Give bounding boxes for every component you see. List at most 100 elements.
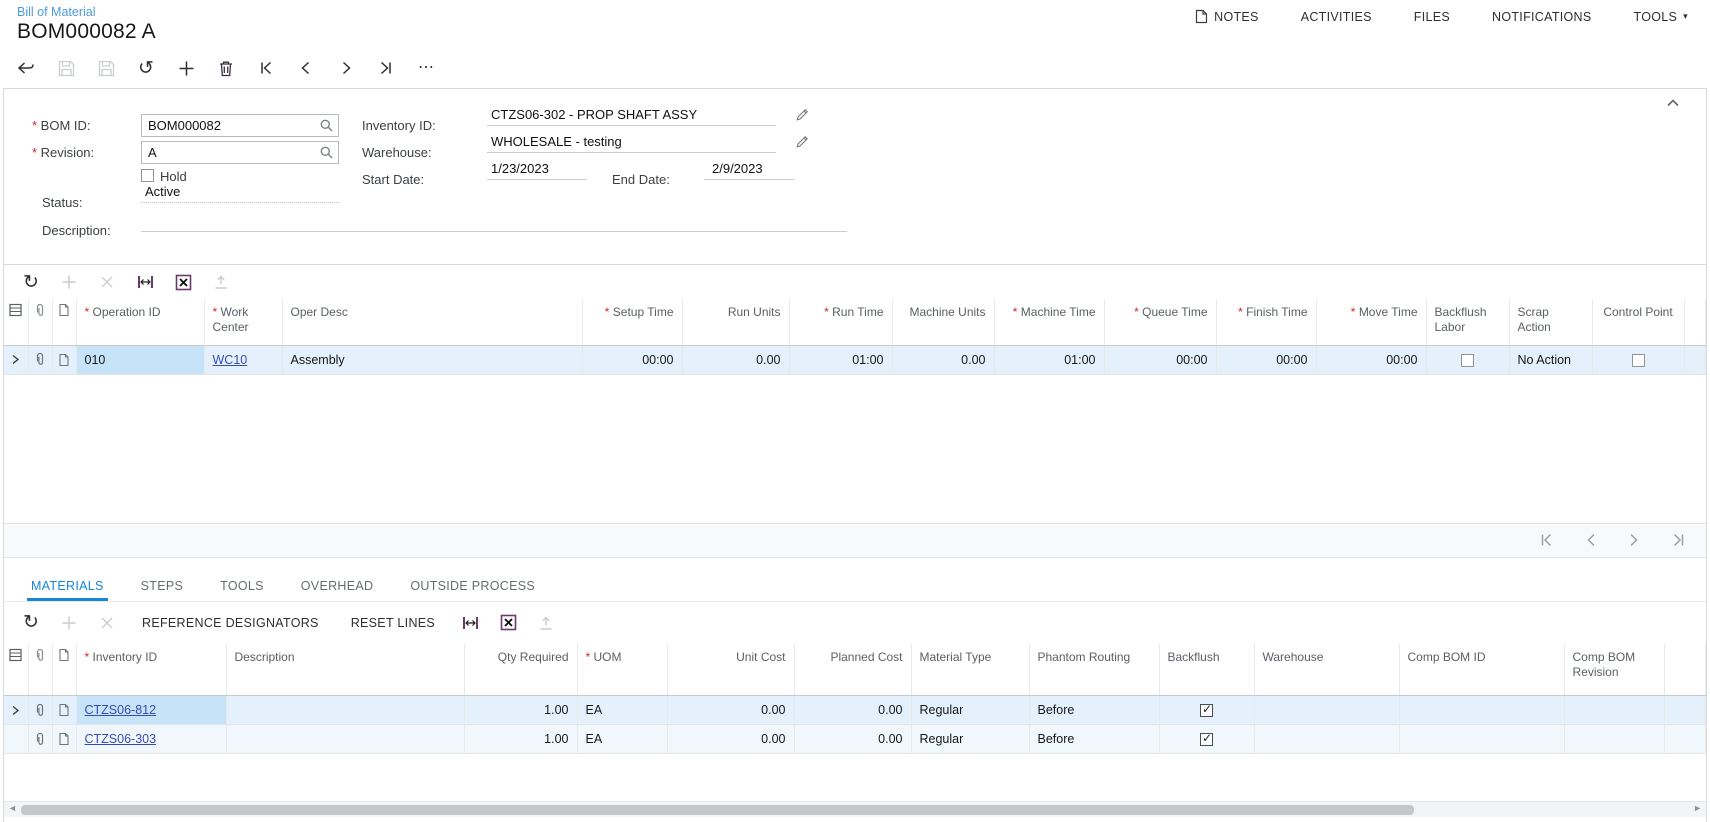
cell-qty-required[interactable]: 1.00 <box>464 725 577 754</box>
grid-settings-icon[interactable] <box>4 299 28 345</box>
refresh-button[interactable]: ↻ <box>12 608 50 638</box>
control-point-checkbox[interactable] <box>1632 354 1645 367</box>
load-records-button[interactable] <box>527 608 565 638</box>
go-first-button[interactable] <box>246 51 286 85</box>
undo-button[interactable]: ↺ <box>126 51 166 85</box>
cell-inventory-id[interactable]: CTZS06-812 <box>76 696 226 725</box>
search-icon[interactable] <box>319 145 334 160</box>
row-note-icon[interactable] <box>52 725 76 754</box>
fit-width-button[interactable] <box>451 608 489 638</box>
inventory-id-link[interactable]: CTZS06-303 <box>85 732 157 746</box>
col-description[interactable]: Description <box>226 644 464 696</box>
edit-pencil-icon[interactable] <box>795 134 810 149</box>
cell-machine-units[interactable]: 0.00 <box>892 345 994 374</box>
export-to-excel-button[interactable] <box>164 267 202 297</box>
pager-last-button[interactable] <box>1671 533 1686 547</box>
more-actions-button[interactable]: ⋯ <box>406 51 446 85</box>
current-row-marker-icon[interactable] <box>4 696 28 725</box>
collapse-panel-button[interactable] <box>1666 97 1680 109</box>
pager-next-button[interactable] <box>1628 533 1640 547</box>
scrollbar-thumb[interactable] <box>21 805 1414 815</box>
go-last-button[interactable] <box>366 51 406 85</box>
cell-planned-cost[interactable]: 0.00 <box>794 725 911 754</box>
cell-uom[interactable]: EA <box>577 725 667 754</box>
notifications-menu-item[interactable]: NOTIFICATIONS <box>1492 10 1592 24</box>
col-scrap-action[interactable]: Scrap Action <box>1509 299 1592 345</box>
row-note-icon[interactable] <box>52 345 76 374</box>
col-move-time[interactable]: Move Time <box>1316 299 1426 345</box>
breadcrumb-bill-of-material[interactable]: Bill of Material <box>17 5 96 19</box>
fit-width-button[interactable] <box>126 267 164 297</box>
col-queue-time[interactable]: Queue Time <box>1104 299 1216 345</box>
tools-menu-item[interactable]: TOOLS ▾ <box>1634 10 1688 24</box>
cell-description[interactable] <box>226 725 464 754</box>
go-next-button[interactable] <box>326 51 366 85</box>
back-button[interactable] <box>6 51 46 85</box>
col-finish-time[interactable]: Finish Time <box>1216 299 1316 345</box>
cell-inventory-id[interactable]: CTZS06-303 <box>76 725 226 754</box>
col-warehouse[interactable]: Warehouse <box>1254 644 1399 696</box>
col-machine-units[interactable]: Machine Units <box>892 299 994 345</box>
cell-comp-bom-revision[interactable] <box>1564 696 1664 725</box>
revision-input[interactable] <box>142 142 338 163</box>
add-row-button[interactable] <box>50 267 88 297</box>
col-comp-bom-revision[interactable]: Comp BOM Revision <box>1564 644 1664 696</box>
tab-outside-process[interactable]: OUTSIDE PROCESS <box>410 571 535 601</box>
tab-steps[interactable]: STEPS <box>141 571 184 601</box>
files-menu-item[interactable]: FILES <box>1414 10 1450 24</box>
refresh-button[interactable]: ↻ <box>12 267 50 297</box>
col-uom[interactable]: UOM <box>577 644 667 696</box>
add-new-button[interactable] <box>166 51 206 85</box>
backflush-checkbox[interactable] <box>1200 733 1213 746</box>
export-to-excel-button[interactable] <box>489 608 527 638</box>
col-backflush-labor[interactable]: Backflush Labor <box>1426 299 1509 345</box>
backflush-checkbox[interactable] <box>1200 704 1213 717</box>
cell-comp-bom-id[interactable] <box>1399 696 1564 725</box>
warehouse-value[interactable]: WHOLESALE - testing <box>487 131 776 153</box>
cell-material-type[interactable]: Regular <box>911 725 1029 754</box>
row-marker-empty[interactable] <box>4 725 28 754</box>
cell-unit-cost[interactable]: 0.00 <box>667 725 794 754</box>
cell-finish-time[interactable]: 00:00 <box>1216 345 1316 374</box>
cell-move-time[interactable]: 00:00 <box>1316 345 1426 374</box>
add-row-button[interactable] <box>50 608 88 638</box>
col-inventory-id[interactable]: Inventory ID <box>76 644 226 696</box>
end-date-value[interactable]: 2/9/2023 <box>704 158 794 180</box>
col-oper-desc[interactable]: Oper Desc <box>282 299 582 345</box>
col-work-center[interactable]: Work Center <box>204 299 282 345</box>
cell-unit-cost[interactable]: 0.00 <box>667 696 794 725</box>
current-row-marker-icon[interactable] <box>4 345 28 374</box>
work-center-link[interactable]: WC10 <box>213 353 248 367</box>
cell-scrap-action[interactable]: No Action <box>1509 345 1592 374</box>
cell-warehouse[interactable] <box>1254 696 1399 725</box>
cell-comp-bom-id[interactable] <box>1399 725 1564 754</box>
col-run-units[interactable]: Run Units <box>682 299 789 345</box>
col-machine-time[interactable]: Machine Time <box>994 299 1104 345</box>
bom-id-input[interactable] <box>142 115 338 136</box>
cell-planned-cost[interactable]: 0.00 <box>794 696 911 725</box>
scroll-left-arrow-icon[interactable]: ◄ <box>8 803 17 813</box>
delete-row-button[interactable] <box>88 608 126 638</box>
cell-material-type[interactable]: Regular <box>911 696 1029 725</box>
cell-description[interactable] <box>226 696 464 725</box>
col-phantom-routing[interactable]: Phantom Routing <box>1029 644 1159 696</box>
cell-machine-time[interactable]: 01:00 <box>994 345 1104 374</box>
cell-run-units[interactable]: 0.00 <box>682 345 789 374</box>
start-date-value[interactable]: 1/23/2023 <box>487 158 587 180</box>
tab-materials[interactable]: MATERIALS <box>31 571 104 601</box>
reference-designators-button[interactable]: REFERENCE DESIGNATORS <box>126 616 335 630</box>
search-icon[interactable] <box>319 118 334 133</box>
inventory-id-value[interactable]: CTZS06-302 - PROP SHAFT ASSY <box>487 104 776 126</box>
save-button[interactable] <box>86 51 126 85</box>
col-material-type[interactable]: Material Type <box>911 644 1029 696</box>
col-setup-time[interactable]: Setup Time <box>582 299 682 345</box>
delete-row-button[interactable] <box>88 267 126 297</box>
cell-run-time[interactable]: 01:00 <box>789 345 892 374</box>
row-note-icon[interactable] <box>52 696 76 725</box>
edit-pencil-icon[interactable] <box>795 107 810 122</box>
cell-uom[interactable]: EA <box>577 696 667 725</box>
description-input[interactable] <box>145 213 845 228</box>
cell-setup-time[interactable]: 00:00 <box>582 345 682 374</box>
save-and-close-button[interactable] <box>46 51 86 85</box>
notes-menu-item[interactable]: NOTES <box>1195 9 1259 24</box>
